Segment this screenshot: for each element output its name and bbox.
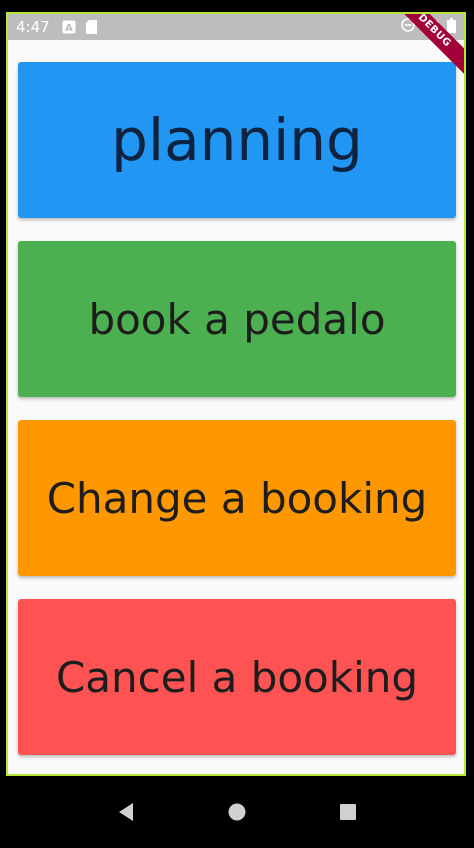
change-booking-button[interactable]: Change a booking	[18, 420, 456, 576]
cancel-booking-button[interactable]: Cancel a booking	[18, 599, 456, 755]
book-pedalo-button-label: book a pedalo	[88, 294, 386, 344]
a-icon: A	[62, 20, 76, 34]
book-pedalo-button[interactable]: book a pedalo	[18, 241, 456, 397]
change-booking-button-label: Change a booking	[46, 473, 428, 523]
app-screen: 4:47 A DEBUG planning book a pedalo Chan…	[0, 0, 474, 848]
back-icon[interactable]	[106, 792, 146, 832]
svg-text:A: A	[65, 23, 73, 34]
cancel-booking-button-label: Cancel a booking	[55, 652, 419, 702]
sd-card-icon	[85, 20, 97, 34]
recents-icon[interactable]	[328, 792, 368, 832]
navigation-bar	[0, 776, 474, 848]
planning-button[interactable]: planning	[18, 62, 456, 218]
planning-button-label: planning	[111, 106, 363, 174]
home-icon[interactable]	[217, 792, 257, 832]
status-bar: 4:47 A DEBUG	[8, 14, 464, 80]
app-window: 4:47 A DEBUG planning book a pedalo Chan…	[6, 12, 466, 776]
status-time: 4:47	[16, 18, 50, 36]
menu-list: planning book a pedalo Change a booking …	[8, 40, 464, 774]
